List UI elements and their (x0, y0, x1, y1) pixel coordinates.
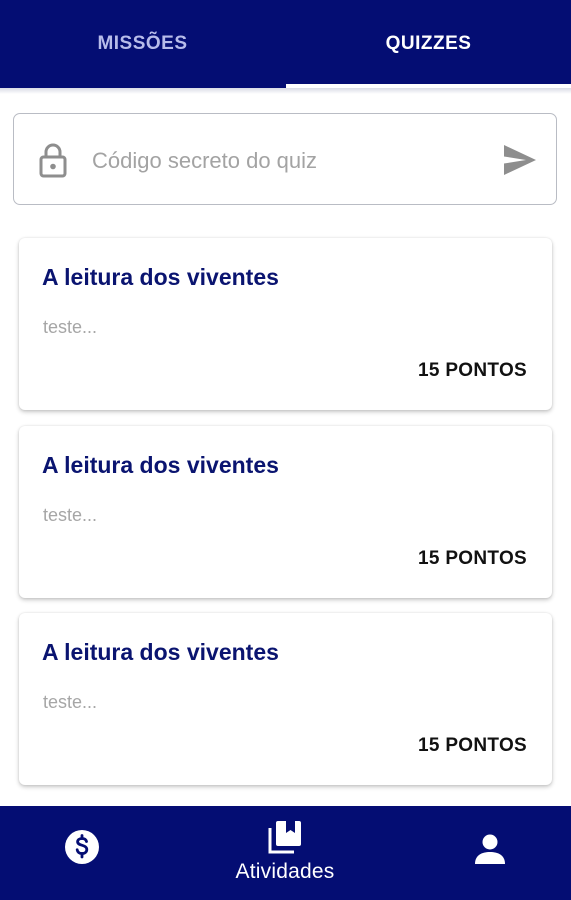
quiz-card[interactable]: A leitura dos viventes teste... 15 PONTO… (19, 238, 552, 410)
quiz-description: teste... (43, 692, 98, 712)
quiz-title: A leitura dos viventes (42, 639, 279, 665)
tab-quizzes[interactable]: QUIZZES (286, 0, 571, 88)
quiz-points: 15 PONTOS (418, 360, 527, 381)
nav-activities[interactable]: Atividades (210, 820, 360, 890)
dollar-icon[interactable] (64, 829, 100, 865)
quiz-card[interactable]: A leitura dos viventes teste... 15 PONTO… (19, 426, 552, 598)
quiz-description: teste... (43, 505, 98, 525)
secret-code-field (13, 113, 557, 205)
secret-code-input[interactable] (90, 140, 494, 182)
tab-bar-shadow (0, 88, 571, 94)
nav-activities-label: Atividades (235, 860, 335, 883)
person-icon[interactable] (474, 833, 506, 865)
quiz-title: A leitura dos viventes (42, 264, 279, 290)
quiz-points: 15 PONTOS (418, 548, 527, 569)
lock-icon (39, 143, 67, 178)
top-tab-bar: MISSÕES QUIZZES (0, 0, 571, 88)
quiz-card[interactable]: A leitura dos viventes teste... 15 PONTO… (19, 613, 552, 785)
quiz-title: A leitura dos viventes (42, 452, 279, 478)
quiz-points: 15 PONTOS (418, 735, 527, 756)
library-books-icon (268, 821, 301, 854)
send-icon[interactable] (502, 143, 538, 177)
bottom-navigation: Atividades (0, 806, 571, 900)
quiz-description: teste... (43, 317, 98, 337)
tab-missoes[interactable]: MISSÕES (0, 0, 285, 88)
